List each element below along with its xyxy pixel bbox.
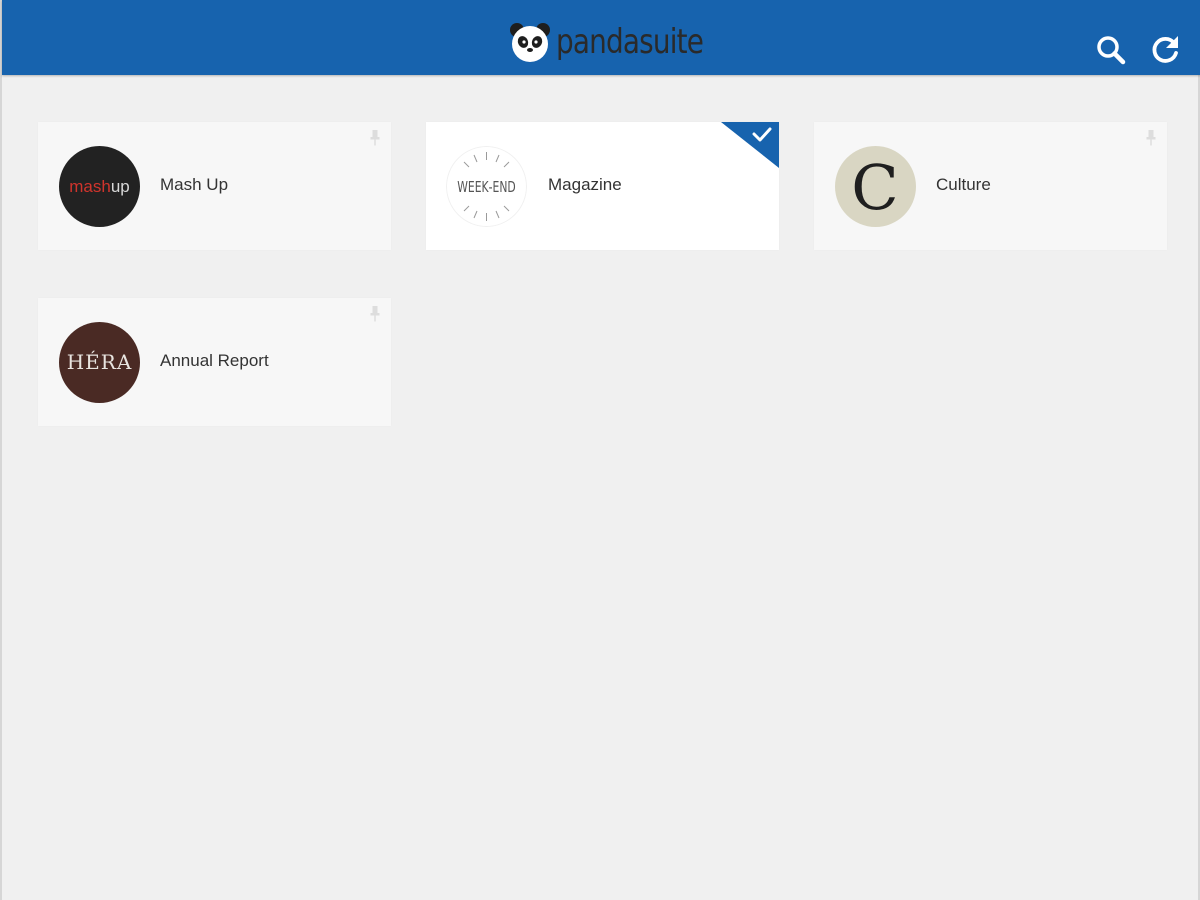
refresh-icon xyxy=(1152,36,1178,63)
hera-logo: HÉRA xyxy=(67,350,133,374)
svg-text:mashup: mashup xyxy=(69,177,130,196)
svg-text:WEEK-END: WEEK-END xyxy=(457,179,515,196)
pin-icon[interactable] xyxy=(369,129,381,147)
selected-ribbon xyxy=(721,122,779,168)
project-title: Annual Report xyxy=(160,351,269,370)
refresh-button[interactable] xyxy=(1148,33,1182,67)
app-frame: pandasuite mashup Mash Up WEEK-END Magaz… xyxy=(0,0,1200,900)
project-thumbnail: WEEK-END xyxy=(446,146,527,227)
top-bar: pandasuite xyxy=(2,0,1200,75)
brand-name: pandasuite xyxy=(556,22,704,62)
pin-icon[interactable] xyxy=(1145,129,1157,147)
project-thumbnail: mashup xyxy=(59,146,140,227)
project-card-magazine[interactable]: WEEK-END Magazine xyxy=(426,122,779,250)
project-title: Magazine xyxy=(548,175,622,194)
culture-logo: C xyxy=(851,151,898,224)
project-card-mash-up[interactable]: mashup Mash Up xyxy=(38,122,391,250)
search-icon xyxy=(1097,36,1126,65)
project-title: Culture xyxy=(936,175,991,194)
pin-icon[interactable] xyxy=(369,305,381,323)
project-thumbnail: HÉRA xyxy=(59,322,140,403)
project-title: Mash Up xyxy=(160,175,229,194)
week-end-logo: WEEK-END xyxy=(446,146,527,227)
project-thumbnail: C xyxy=(835,146,916,227)
project-card-annual-report[interactable]: HÉRA Annual Report xyxy=(38,298,391,426)
svg-text:HÉRA: HÉRA xyxy=(67,350,133,374)
panda-logo-icon xyxy=(510,23,550,62)
project-card-culture[interactable]: C Culture xyxy=(814,122,1167,250)
search-button[interactable] xyxy=(1094,33,1128,67)
svg-text:C: C xyxy=(851,151,898,224)
brand-logo: pandasuite xyxy=(508,20,735,64)
mashup-logo: mashup xyxy=(69,177,130,196)
